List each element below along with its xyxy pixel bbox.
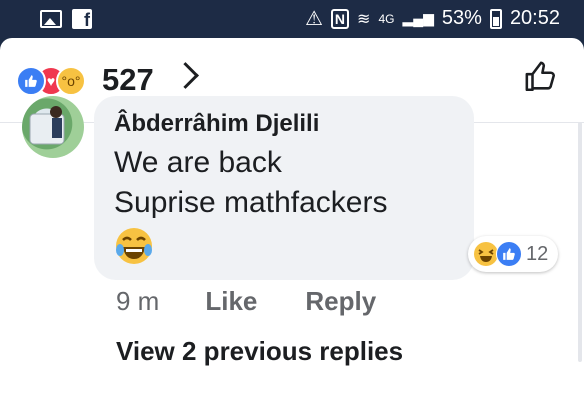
scrollbar[interactable] — [578, 122, 582, 362]
comment-author[interactable]: Âbderrâhim Djelili — [114, 110, 319, 138]
warning-icon: ⚠ — [304, 8, 323, 30]
laughing-emoji-icon — [116, 228, 152, 264]
comment-reaction-count: 12 — [526, 243, 549, 265]
status-bar: f ⚠ N ≋ 4G ▂▄▆ 53% 20:52 — [0, 0, 584, 38]
signal-icon: ▂▄▆ — [402, 10, 434, 26]
comment-actions: 9 m Like Reply — [116, 286, 424, 317]
nfc-icon: N — [330, 8, 350, 29]
chevron-right-icon[interactable] — [172, 62, 199, 89]
comment-text-line1: We are back — [114, 146, 282, 179]
view-previous-replies-link[interactable]: View 2 previous replies — [116, 336, 403, 367]
clock: 20:52 — [509, 7, 560, 29]
reaction-count[interactable]: 527 — [102, 62, 154, 98]
status-right: ⚠ N ≋ 4G ▂▄▆ 53% 20:52 — [305, 6, 560, 31]
status-left: f — [40, 9, 92, 30]
gallery-icon — [40, 10, 62, 28]
facebook-notification-icon: f — [72, 9, 92, 30]
like-icon — [496, 241, 522, 267]
comment-reactions-pill[interactable]: 12 — [468, 236, 558, 272]
reaction-icons: ♥ °o° — [16, 66, 100, 96]
network-type: 4G — [378, 11, 395, 26]
battery-icon — [489, 8, 502, 29]
avatar[interactable] — [22, 96, 84, 158]
like-icon — [16, 66, 46, 96]
like-button[interactable]: Like — [205, 286, 257, 317]
haha-icon — [474, 242, 498, 266]
wifi-icon: ≋ — [357, 10, 371, 28]
reply-button[interactable]: Reply — [305, 286, 376, 317]
like-outline-icon[interactable] — [524, 60, 558, 94]
comment-text-line2: Suprise mathfackers — [114, 186, 388, 219]
battery-percent: 53% — [441, 7, 482, 29]
comment-bubble[interactable]: Âbderrâhim Djelili We are back Suprise m… — [94, 96, 474, 280]
comment-time[interactable]: 9 m — [116, 286, 159, 317]
wow-icon: °o° — [56, 66, 86, 96]
